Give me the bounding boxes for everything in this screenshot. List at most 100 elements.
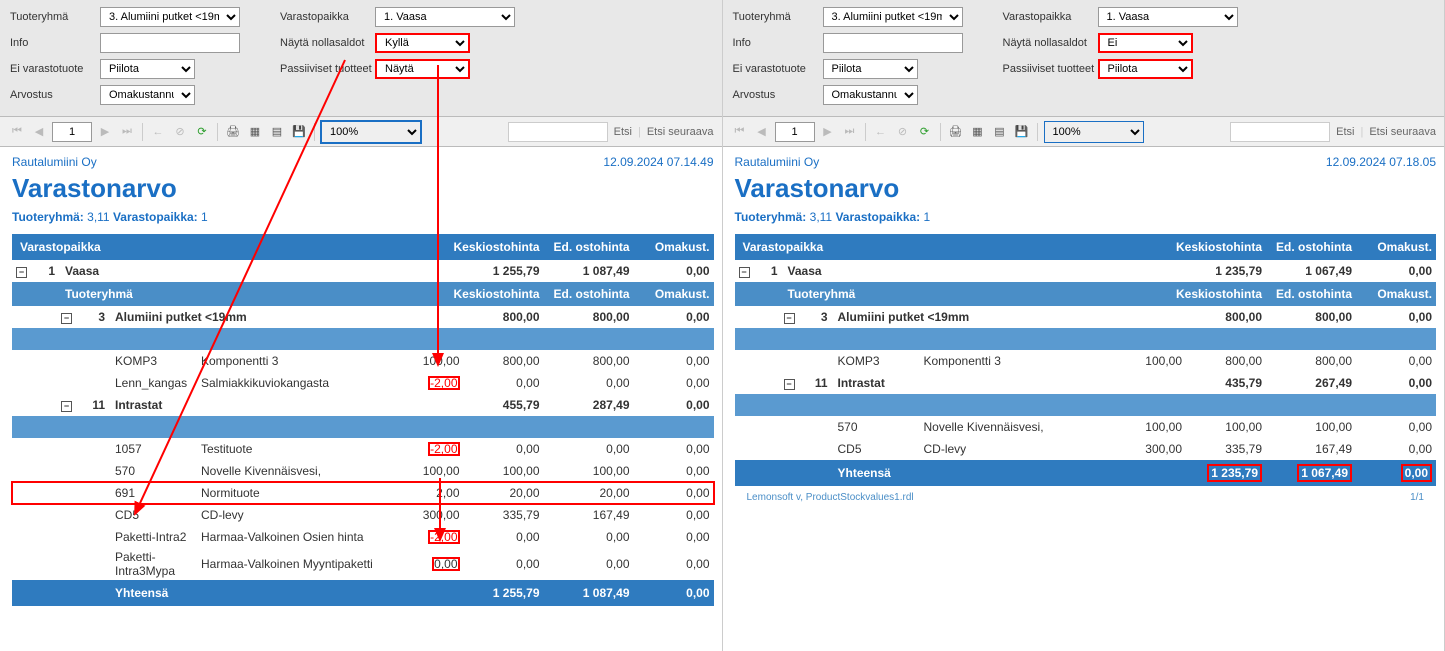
tuoteryhma-label: Tuoteryhmä [10, 11, 100, 23]
refresh-icon[interactable]: ⟳ [916, 123, 934, 141]
info-label: Info [10, 37, 100, 49]
report-subtitle: Tuoteryhmä: 3,11 Varastopaikka: 1 [12, 210, 714, 224]
first-page-icon[interactable]: ⏮ [8, 123, 26, 141]
report-title: Varastonarvo [735, 173, 1437, 204]
nollasaldot-combo[interactable]: Kyllä [375, 33, 470, 53]
export-icon[interactable]: 💾 [290, 123, 308, 141]
report-area: Rautalumiini Oy 12.09.2024 07.18.05 Vara… [723, 147, 1445, 651]
stop-icon[interactable]: ⊘ [894, 123, 912, 141]
table-row: Paketti-Intra2 Harmaa-Valkoinen Osien hi… [12, 526, 714, 548]
tuoteryhma-combo[interactable]: 3. Alumiini putket <19mm [823, 7, 963, 27]
report-area: Rautalumiini Oy 12.09.2024 07.14.49 Vara… [0, 147, 722, 651]
refresh-icon[interactable]: ⟳ [193, 123, 211, 141]
collapse-icon[interactable]: − [739, 267, 750, 278]
table-row: CD5 CD-levy 300,00 335,79 167,49 0,00 [12, 504, 714, 526]
filter-area: Tuoteryhmä 3. Alumiini putket <19mm Vara… [0, 0, 722, 117]
report-footer: Lemonsoft v, ProductStockvalues1.rdl 1/1 [735, 486, 1437, 509]
varastopaikka-label: Varastopaikka [280, 11, 375, 23]
print-icon[interactable]: 🖨 [224, 123, 242, 141]
ei-varastotuote-combo[interactable]: Piilota [823, 59, 918, 79]
back-icon[interactable]: ← [149, 123, 167, 141]
arvostus-combo[interactable]: Omakustannus [100, 85, 195, 105]
search-next-label[interactable]: Etsi seuraava [1369, 126, 1436, 138]
nollasaldot-label: Näytä nollasaldot [1003, 37, 1098, 49]
collapse-icon[interactable]: − [784, 379, 795, 390]
page-number-input[interactable] [52, 122, 92, 142]
collapse-icon[interactable]: − [784, 313, 795, 324]
col-omak: Omakust. [630, 240, 710, 254]
ei-varastotuote-combo[interactable]: Piilota [100, 59, 195, 79]
report-datetime: 12.09.2024 07.14.49 [603, 155, 713, 169]
collapse-icon[interactable]: − [61, 313, 72, 324]
zoom-combo[interactable]: 100% [1044, 121, 1144, 143]
page-number-input[interactable] [775, 122, 815, 142]
page-setup-icon[interactable]: ▤ [268, 123, 286, 141]
table-row: Lenn_kangas Salmiakkikuviokangasta -2,00… [12, 372, 714, 394]
stop-icon[interactable]: ⊘ [171, 123, 189, 141]
last-page-icon[interactable]: ⏭ [841, 123, 859, 141]
company-name: Rautalumiini Oy [12, 155, 97, 169]
tuoteryhma-label: Tuoteryhmä [733, 11, 823, 23]
col-ed: Ed. ostohinta [540, 240, 630, 254]
report-title: Varastonarvo [12, 173, 714, 204]
search-input[interactable] [508, 122, 608, 142]
next-page-icon[interactable]: ▶ [96, 123, 114, 141]
report-datetime: 12.09.2024 07.18.05 [1326, 155, 1436, 169]
arvostus-label: Arvostus [10, 89, 100, 101]
ei-varastotuote-label: Ei varastotuote [10, 63, 100, 75]
print-icon[interactable]: 🖨 [947, 123, 965, 141]
col-varastopaikka: Varastopaikka [16, 240, 106, 254]
nollasaldot-label: Näytä nollasaldot [280, 37, 375, 49]
table-row: KOMP3 Komponentti 3 100,00 800,00 800,00… [735, 350, 1437, 372]
ei-varastotuote-label: Ei varastotuote [733, 63, 823, 75]
last-page-icon[interactable]: ⏭ [118, 123, 136, 141]
export-icon[interactable]: 💾 [1013, 123, 1031, 141]
info-label: Info [733, 37, 823, 49]
first-page-icon[interactable]: ⏮ [731, 123, 749, 141]
table-row: KOMP3 Komponentti 3 100,00 800,00 800,00… [12, 350, 714, 372]
varastopaikka-combo[interactable]: 1. Vaasa [1098, 7, 1238, 27]
collapse-icon[interactable]: − [16, 267, 27, 278]
report-grid: Varastopaikka Keskiostohinta Ed. ostohin… [12, 234, 714, 606]
table-row: CD5 CD-levy 300,00 335,79 167,49 0,00 [735, 438, 1437, 460]
table-row: 1057 Testituote -2,00 0,00 0,00 0,00 [12, 438, 714, 460]
right-panel: Tuoteryhmä 3. Alumiini putket <19mm Vara… [723, 0, 1445, 651]
back-icon[interactable]: ← [872, 123, 890, 141]
page-setup-icon[interactable]: ▤ [991, 123, 1009, 141]
table-row: Paketti-Intra3Mypa Harmaa-Valkoinen Myyn… [12, 548, 714, 580]
search-label[interactable]: Etsi [614, 126, 632, 138]
search-next-label[interactable]: Etsi seuraava [647, 126, 714, 138]
prev-page-icon[interactable]: ◀ [30, 123, 48, 141]
info-input[interactable] [823, 33, 963, 53]
tuoteryhma-combo[interactable]: 3. Alumiini putket <19mm [100, 7, 240, 27]
passiiviset-combo[interactable]: Piilota [1098, 59, 1193, 79]
toolbar: ⏮ ◀ ▶ ⏭ ← ⊘ ⟳ 🖨 ▦ ▤ 💾 100% Etsi | Etsi s… [0, 117, 722, 147]
report-grid: Varastopaikka Keskiostohinta Ed. ostohin… [735, 234, 1437, 486]
passiiviset-combo[interactable]: Näytä [375, 59, 470, 79]
nollasaldot-combo[interactable]: Ei [1098, 33, 1193, 53]
table-row: 570 Novelle Kivennäisvesi, 100,00 100,00… [735, 416, 1437, 438]
table-row: 570 Novelle Kivennäisvesi, 100,00 100,00… [12, 460, 714, 482]
passiiviset-label: Passiiviset tuotteet [1003, 63, 1098, 75]
table-row-highlighted: 691 Normituote 2,00 20,00 20,00 0,00 [12, 482, 714, 504]
layout-icon[interactable]: ▦ [246, 123, 264, 141]
report-subtitle: Tuoteryhmä: 3,11 Varastopaikka: 1 [735, 210, 1437, 224]
next-page-icon[interactable]: ▶ [819, 123, 837, 141]
toolbar: ⏮ ◀ ▶ ⏭ ← ⊘ ⟳ 🖨 ▦ ▤ 💾 100% Etsi | Etsi s… [723, 117, 1445, 147]
info-input[interactable] [100, 33, 240, 53]
layout-icon[interactable]: ▦ [969, 123, 987, 141]
passiiviset-label: Passiiviset tuotteet [280, 63, 375, 75]
zoom-combo[interactable]: 100% [321, 121, 421, 143]
prev-page-icon[interactable]: ◀ [753, 123, 771, 141]
arvostus-combo[interactable]: Omakustannus [823, 85, 918, 105]
search-input[interactable] [1230, 122, 1330, 142]
varastopaikka-label: Varastopaikka [1003, 11, 1098, 23]
arvostus-label: Arvostus [733, 89, 823, 101]
varastopaikka-combo[interactable]: 1. Vaasa [375, 7, 515, 27]
search-label[interactable]: Etsi [1336, 126, 1354, 138]
filter-area: Tuoteryhmä 3. Alumiini putket <19mm Vara… [723, 0, 1445, 117]
col-keskio: Keskiostohinta [435, 240, 540, 254]
left-panel: Tuoteryhmä 3. Alumiini putket <19mm Vara… [0, 0, 723, 651]
company-name: Rautalumiini Oy [735, 155, 820, 169]
collapse-icon[interactable]: − [61, 401, 72, 412]
